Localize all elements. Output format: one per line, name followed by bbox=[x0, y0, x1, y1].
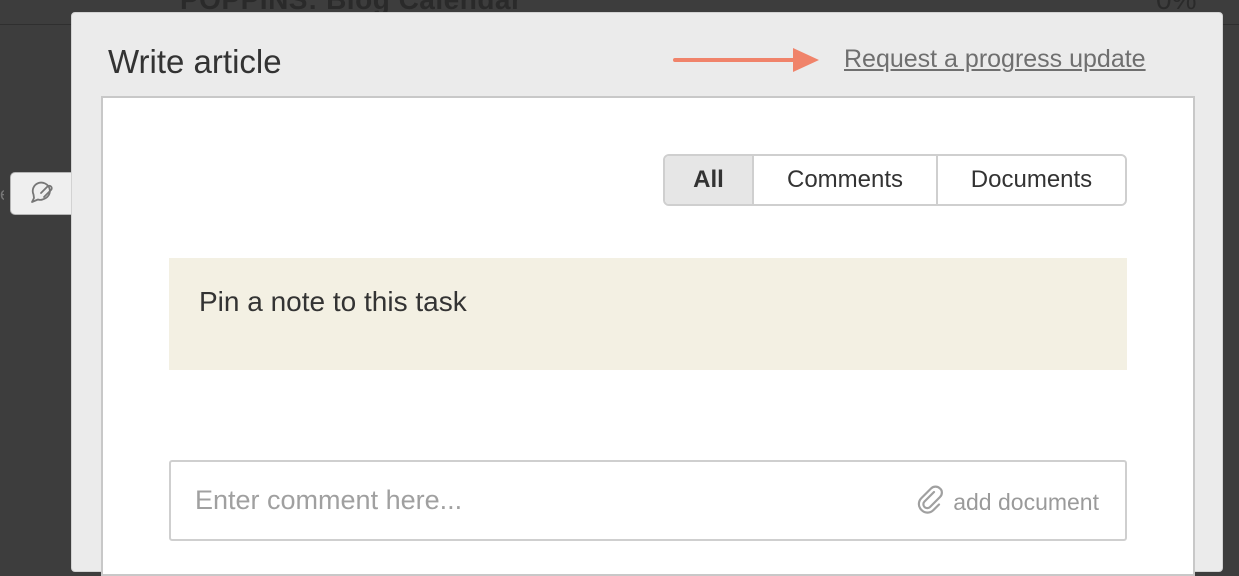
comment-composer: add document bbox=[169, 460, 1127, 541]
add-document-label: add document bbox=[953, 488, 1099, 515]
tab-comments[interactable]: Comments bbox=[752, 156, 936, 204]
comment-attachment-icon bbox=[29, 178, 55, 209]
tab-all[interactable]: All bbox=[665, 156, 752, 204]
comments-side-tab[interactable] bbox=[10, 172, 74, 215]
comment-input[interactable] bbox=[171, 462, 871, 539]
backdrop-edge-text: e bbox=[0, 184, 4, 205]
arrow-right-icon bbox=[673, 48, 819, 72]
request-progress-update-link[interactable]: Request a progress update bbox=[844, 45, 1146, 74]
pin-note-area[interactable]: Pin a note to this task bbox=[169, 258, 1127, 370]
task-modal: Write article Request a progress update … bbox=[71, 12, 1223, 576]
tab-documents[interactable]: Documents bbox=[936, 156, 1125, 204]
task-title: Write article bbox=[108, 43, 282, 80]
activity-filter-tabs: All Comments Documents bbox=[663, 154, 1127, 206]
activity-panel: All Comments Documents Pin a note to thi… bbox=[101, 96, 1195, 576]
add-document-button[interactable]: add document bbox=[915, 484, 1099, 520]
paperclip-icon bbox=[915, 484, 945, 520]
